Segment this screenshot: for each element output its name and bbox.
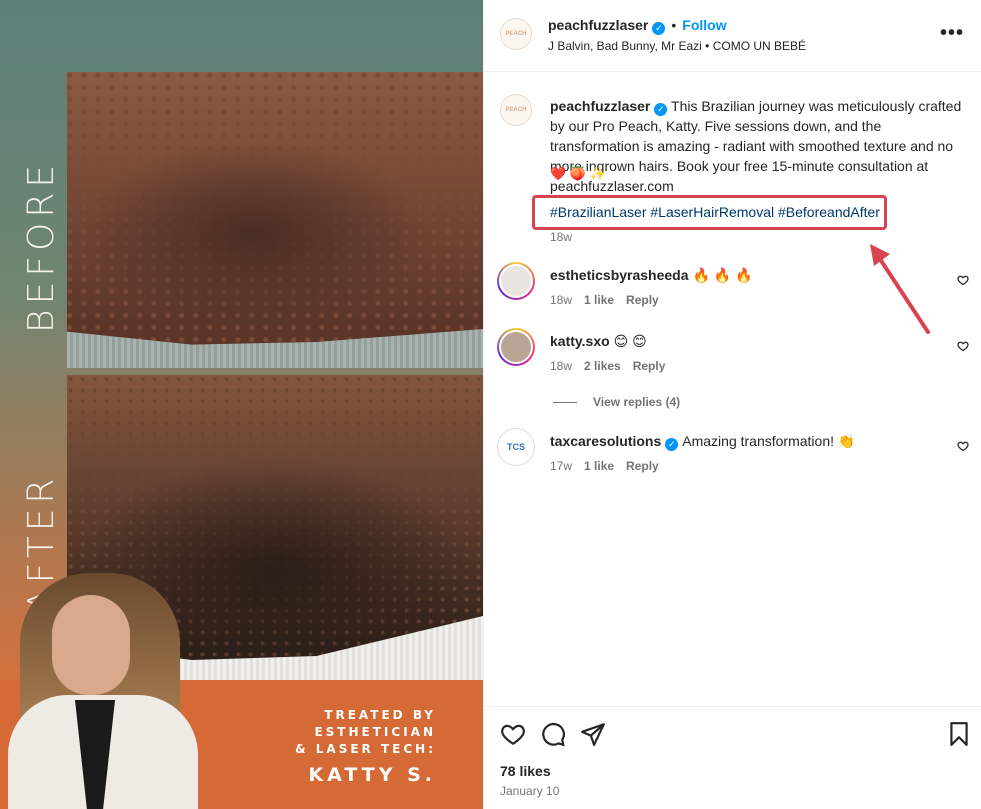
comment-username[interactable]: katty.sxo bbox=[550, 333, 610, 349]
treated-line-3: & LASER TECH: bbox=[295, 742, 436, 756]
verified-icon: ✓ bbox=[654, 103, 668, 116]
comment-username[interactable]: estheticsbyrasheeda bbox=[550, 267, 689, 283]
treated-line-2: ESTHETICIAN bbox=[314, 725, 436, 739]
comment-username[interactable]: taxcaresolutions bbox=[550, 433, 661, 449]
caption-username[interactable]: peachfuzzlaser bbox=[550, 98, 650, 114]
post-date: January 10 bbox=[500, 784, 560, 798]
comment-time: 18w bbox=[550, 293, 573, 307]
verified-icon: ✓ bbox=[665, 438, 679, 451]
profile-avatar[interactable]: PEACH bbox=[500, 18, 532, 50]
comment-likes[interactable]: 1 like bbox=[584, 293, 614, 307]
comment-like-icon[interactable] bbox=[957, 440, 969, 452]
comment-likes[interactable]: 1 like bbox=[584, 459, 614, 473]
more-options-icon[interactable]: ••• bbox=[940, 22, 964, 45]
comment-time: 17w bbox=[550, 459, 573, 473]
post-image[interactable]: BEFORE AFTER TREATED BY ESTHETICIAN & LA… bbox=[0, 0, 483, 809]
treated-line-1: TREATED BY bbox=[324, 708, 436, 722]
verified-icon: ✓ bbox=[652, 22, 666, 35]
reply-button[interactable]: Reply bbox=[626, 293, 659, 307]
comment-text: 🔥 🔥 🔥 bbox=[692, 267, 753, 283]
comment-item: estheticsbyrasheeda 🔥 🔥 🔥 18w 1 like Reply bbox=[497, 262, 977, 312]
commenter-avatar[interactable]: TCS bbox=[497, 428, 535, 466]
reply-button[interactable]: Reply bbox=[626, 459, 659, 473]
header-user-line: peachfuzzlaser ✓ • Follow bbox=[548, 17, 727, 35]
action-bar: 78 likes January 10 bbox=[484, 706, 981, 809]
commenter-avatar[interactable] bbox=[497, 328, 535, 366]
caption-time: 18w bbox=[550, 230, 573, 244]
esthetician-portrait bbox=[0, 565, 200, 809]
bookmark-icon[interactable] bbox=[946, 721, 972, 747]
caption-avatar[interactable]: PEACH bbox=[500, 94, 532, 126]
like-heart-icon[interactable] bbox=[500, 721, 526, 747]
caption-text-block: peachfuzzlaser ✓ This Brazilian journey w… bbox=[550, 96, 972, 196]
comment-text: 😊 😊 bbox=[613, 333, 647, 349]
comment-text: Amazing transformation! 👏 bbox=[682, 433, 856, 449]
audio-track[interactable]: J Balvin, Bad Bunny, Mr Eazi • COMO UN B… bbox=[548, 39, 806, 53]
treated-name: KATTY S. bbox=[308, 764, 436, 786]
hashtags[interactable]: #BrazilianLaser #LaserHairRemoval #Befor… bbox=[550, 204, 880, 220]
reply-button[interactable]: Reply bbox=[633, 359, 666, 373]
share-icon[interactable] bbox=[580, 721, 606, 747]
view-replies-label: View replies (4) bbox=[593, 395, 681, 409]
commenter-avatar[interactable] bbox=[497, 262, 535, 300]
header-username[interactable]: peachfuzzlaser bbox=[548, 17, 648, 33]
before-label: BEFORE bbox=[21, 159, 62, 333]
before-photo bbox=[67, 72, 483, 368]
caption-emojis: ❤️ 🍑 ✨ bbox=[550, 166, 606, 181]
comment-item: TCS taxcaresolutions ✓ Amazing transformat… bbox=[497, 428, 977, 478]
comment-item: katty.sxo 😊 😊 18w 2 likes Reply bbox=[497, 328, 977, 378]
comment-icon[interactable] bbox=[540, 721, 566, 747]
comment-like-icon[interactable] bbox=[957, 274, 969, 286]
view-replies-button[interactable]: View replies (4) bbox=[553, 395, 680, 409]
treated-by-text: TREATED BY ESTHETICIAN & LASER TECH: KAT… bbox=[295, 707, 436, 786]
follow-button[interactable]: Follow bbox=[682, 17, 726, 33]
post-header: PEACH peachfuzzlaser ✓ • Follow J Balvin, B… bbox=[484, 0, 981, 72]
comment-likes[interactable]: 2 likes bbox=[584, 359, 621, 373]
likes-count[interactable]: 78 likes bbox=[500, 763, 551, 779]
comment-time: 18w bbox=[550, 359, 573, 373]
comment-like-icon[interactable] bbox=[957, 340, 969, 352]
